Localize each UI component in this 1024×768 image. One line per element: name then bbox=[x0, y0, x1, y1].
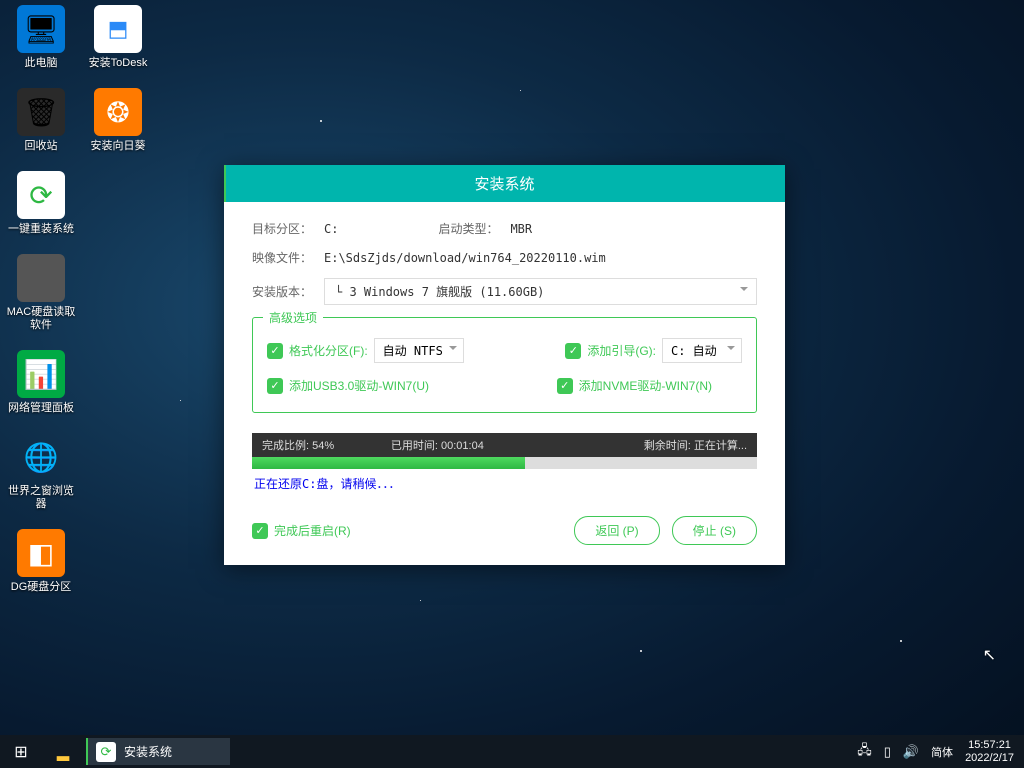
nvme-checkbox[interactable] bbox=[557, 378, 573, 394]
desktop-icons-col1: 🖥此电脑 🗑回收站 ⟳一键重装系统 MAC硬盘读取软件 📊网络管理面板 🌐世界之… bbox=[5, 5, 77, 612]
icon-this-pc[interactable]: 🖥此电脑 bbox=[5, 5, 77, 70]
stop-button[interactable]: 停止 (S) bbox=[672, 516, 757, 545]
icon-reinstall[interactable]: ⟳一键重装系统 bbox=[5, 171, 77, 236]
progress-fill bbox=[252, 457, 525, 469]
bootadd-checkbox[interactable] bbox=[565, 343, 581, 359]
explorer-button[interactable]: ▂ bbox=[42, 735, 84, 768]
image-value: E:\SdsZjds/download/win764_20220110.wim bbox=[324, 251, 606, 265]
desktop-icons-col2: ⬒安装ToDesk ❂安装向日葵 bbox=[82, 5, 154, 171]
version-dropdown[interactable]: └ 3 Windows 7 旗舰版 (11.60GB) bbox=[324, 278, 757, 305]
task-icon: ⟳ bbox=[96, 742, 116, 762]
icon-dg-partition[interactable]: ◧DG硬盘分区 bbox=[5, 529, 77, 594]
taskbar: ⊞ ▂ ⟳ 安装系统 🖧 ▯ 🔊 简体 15:57:21 2022/2/17 bbox=[0, 735, 1024, 768]
target-value: C: bbox=[324, 222, 338, 236]
task-label: 安装系统 bbox=[124, 743, 172, 760]
network-icon[interactable]: 🖧 bbox=[857, 741, 872, 763]
start-button[interactable]: ⊞ bbox=[0, 735, 42, 768]
elapsed: 已用时间: 00:01:04 bbox=[334, 437, 540, 453]
advanced-title: 高级选项 bbox=[263, 309, 323, 326]
pct-label: 完成比例: 54% bbox=[262, 437, 334, 453]
remaining: 剩余时间: 正在计算... bbox=[541, 437, 747, 453]
boot-value: MBR bbox=[510, 222, 532, 236]
restart-label: 完成后重启(R) bbox=[274, 522, 351, 539]
system-tray: 🖧 ▯ 🔊 简体 15:57:21 2022/2/17 bbox=[857, 739, 1024, 765]
taskbar-task[interactable]: ⟳ 安装系统 bbox=[86, 738, 230, 765]
icon-mac-disk[interactable]: MAC硬盘读取软件 bbox=[5, 254, 77, 332]
target-label: 目标分区： bbox=[252, 220, 324, 237]
bootadd-label: 添加引导(G): bbox=[587, 342, 656, 359]
progress-info: 完成比例: 54% 已用时间: 00:01:04 剩余时间: 正在计算... bbox=[252, 433, 757, 457]
cursor-icon: ↖ bbox=[983, 645, 996, 665]
progress-bar bbox=[252, 457, 757, 469]
ime-indicator[interactable]: 简体 bbox=[931, 744, 953, 760]
format-label: 格式化分区(F): bbox=[289, 342, 368, 359]
image-label: 映像文件： bbox=[252, 249, 324, 266]
usb-checkbox[interactable] bbox=[267, 378, 283, 394]
clock[interactable]: 15:57:21 2022/2/17 bbox=[965, 739, 1014, 765]
restart-checkbox[interactable] bbox=[252, 523, 268, 539]
icon-recycle-bin[interactable]: 🗑回收站 bbox=[5, 88, 77, 153]
battery-icon[interactable]: ▯ bbox=[884, 744, 891, 760]
icon-todesk[interactable]: ⬒安装ToDesk bbox=[82, 5, 154, 70]
format-select[interactable]: 自动 NTFS bbox=[374, 338, 464, 363]
usb-label: 添加USB3.0驱动-WIN7(U) bbox=[289, 377, 429, 394]
nvme-label: 添加NVME驱动-WIN7(N) bbox=[579, 377, 712, 394]
version-label: 安装版本： bbox=[252, 283, 324, 300]
boot-label: 启动类型： bbox=[438, 220, 510, 237]
format-checkbox[interactable] bbox=[267, 343, 283, 359]
advanced-options: 高级选项 格式化分区(F): 自动 NTFS 添加引导(G): C: 自动 添加… bbox=[252, 317, 757, 413]
dialog-title: 安装系统 bbox=[224, 165, 785, 202]
icon-sunflower[interactable]: ❂安装向日葵 bbox=[82, 88, 154, 153]
bootadd-select[interactable]: C: 自动 bbox=[662, 338, 742, 363]
icon-network-panel[interactable]: 📊网络管理面板 bbox=[5, 350, 77, 415]
desktop: 🖥此电脑 🗑回收站 ⟳一键重装系统 MAC硬盘读取软件 📊网络管理面板 🌐世界之… bbox=[0, 0, 1024, 735]
volume-icon[interactable]: 🔊 bbox=[903, 744, 919, 760]
icon-browser[interactable]: 🌐世界之窗浏览器 bbox=[5, 433, 77, 511]
status-text: 正在还原C:盘，请稍候．．． bbox=[252, 469, 757, 498]
install-dialog: 安装系统 目标分区： C: 启动类型： MBR 映像文件： E:\SdsZjds… bbox=[224, 165, 785, 565]
back-button[interactable]: 返回 (P) bbox=[574, 516, 659, 545]
